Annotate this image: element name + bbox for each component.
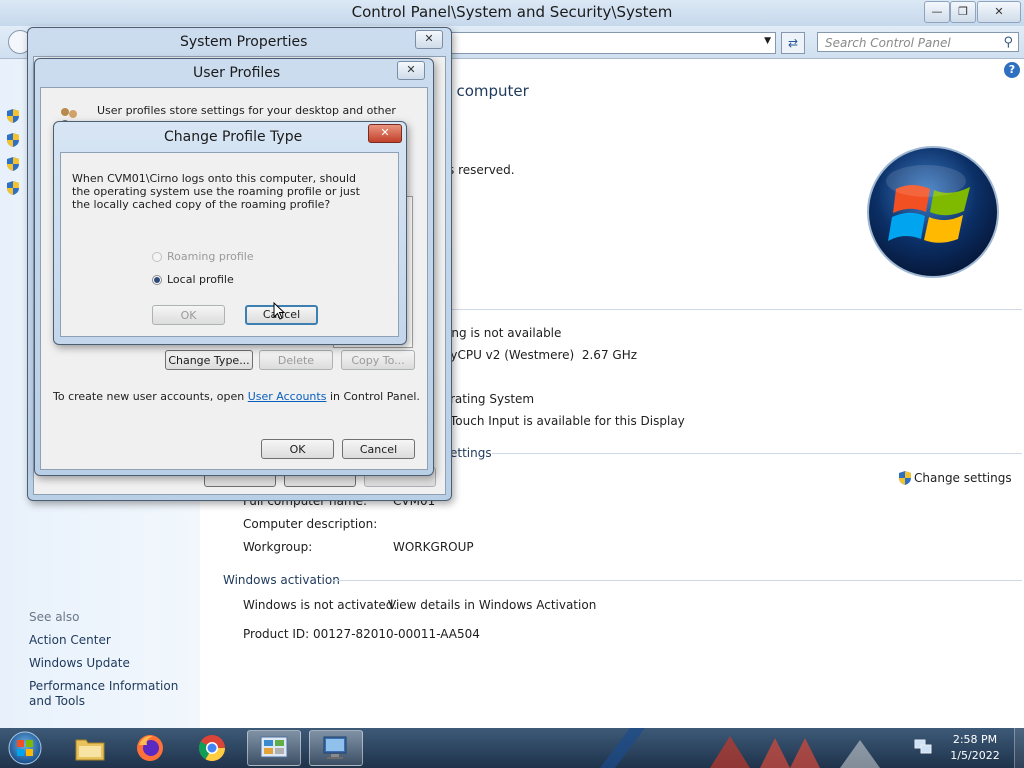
change-profile-type-body: When CVM01\Cirno logs onto this computer…	[60, 152, 399, 337]
delete-button[interactable]: Delete	[259, 350, 333, 370]
folder-icon	[75, 739, 105, 761]
activation-header: Windows activation	[223, 573, 340, 587]
clock[interactable]: 2:58 PM 1/5/2022	[940, 732, 1010, 764]
control-panel-taskbar-button[interactable]	[247, 730, 301, 766]
workgroup-value: WORKGROUP	[393, 540, 474, 554]
shield-icon	[899, 471, 911, 485]
search-placeholder: Search Control Panel	[825, 36, 951, 50]
start-button[interactable]	[5, 730, 45, 766]
change-type-button[interactable]: Change Type...	[165, 350, 253, 370]
activation-details-link[interactable]: View details in Windows Activation	[388, 598, 596, 612]
system-type-value: rating System	[450, 392, 535, 406]
window-title: Control Panel\System and Security\System	[351, 3, 673, 21]
workgroup-label: Workgroup:	[243, 540, 313, 554]
chrome-taskbar-button[interactable]	[185, 730, 239, 766]
show-desktop-button[interactable]	[1014, 728, 1024, 768]
change-profile-type-title: Change Profile Type	[164, 129, 303, 145]
minimize-button[interactable]: —	[924, 1, 950, 23]
divider	[492, 453, 1022, 454]
sidebar-link-windows-update[interactable]: Windows Update	[29, 656, 130, 671]
user-accounts-link[interactable]: User Accounts	[248, 390, 327, 403]
system-properties-taskbar-button[interactable]	[309, 730, 363, 766]
windows-logo	[867, 146, 999, 278]
profile-question: When CVM01\Cirno logs onto this computer…	[72, 172, 360, 211]
wallpaper-fragment	[600, 728, 880, 768]
roaming-profile-label: Roaming profile	[167, 250, 254, 263]
copyright-text: s reserved.	[448, 163, 515, 177]
product-id: Product ID: 00127-82010-00011-AA504	[243, 627, 480, 641]
shield-icon	[7, 109, 19, 123]
change-profile-type-dialog: Change Profile Type ✕ When CVM01\Cirno l…	[53, 121, 407, 345]
shield-icon	[7, 157, 19, 171]
pen-touch-value: Touch Input is available for this Displa…	[450, 414, 685, 428]
close-icon[interactable]: ✕	[397, 61, 425, 80]
chevron-down-icon[interactable]: ▼	[764, 36, 771, 46]
file-explorer-taskbar-button[interactable]	[63, 730, 117, 766]
shield-icon	[7, 133, 19, 147]
sidebar-link-action-center[interactable]: Action Center	[29, 633, 111, 648]
window-titlebar: Control Panel\System and Security\System…	[0, 0, 1024, 26]
activation-status: Windows is not activated.	[243, 598, 398, 612]
search-icon[interactable]: ⚲	[1003, 33, 1013, 53]
close-button[interactable]: ✕	[977, 1, 1021, 23]
change-settings-link[interactable]: Change settings	[914, 471, 1012, 485]
settings-section-header: ettings	[450, 446, 492, 460]
user-profiles-ok-button[interactable]: OK	[261, 439, 334, 459]
divider	[332, 580, 1022, 581]
mouse-cursor-icon	[273, 302, 285, 320]
local-profile-label: Local profile	[167, 273, 234, 286]
rating-link[interactable]: ing is not available	[448, 326, 561, 340]
user-profiles-cancel-button[interactable]: Cancel	[342, 439, 415, 459]
close-icon[interactable]: ✕	[415, 30, 443, 49]
user-profiles-intro: User profiles store settings for your de…	[97, 104, 396, 117]
search-input[interactable]: Search Control Panel ⚲	[817, 32, 1019, 52]
restore-button[interactable]: ❐	[950, 1, 976, 23]
user-profiles-title: User Profiles	[193, 65, 281, 81]
local-profile-radio[interactable]	[152, 275, 162, 285]
divider	[436, 309, 1022, 310]
roaming-profile-radio[interactable]	[152, 252, 162, 262]
taskbar: 2:58 PM 1/5/2022	[0, 728, 1024, 768]
close-icon[interactable]: ✕	[368, 124, 402, 143]
computer-icon	[323, 736, 347, 759]
change-profile-ok-button[interactable]: OK	[152, 305, 225, 325]
create-accounts-text: To create new user accounts, open User A…	[53, 390, 420, 403]
processor-value: ayCPU v2 (Westmere) 2.67 GHz	[443, 348, 638, 362]
clock-time: 2:58 PM	[952, 733, 998, 746]
control-panel-icon	[260, 736, 288, 758]
sidebar-link-performance[interactable]: Performance Information and Tools	[29, 679, 194, 709]
firefox-icon	[137, 735, 163, 761]
clock-date: 1/5/2022	[950, 749, 1000, 762]
chrome-icon	[198, 735, 226, 762]
network-icon[interactable]	[914, 739, 932, 755]
copy-to-button[interactable]: Copy To...	[341, 350, 415, 370]
computer-description-label: Computer description:	[243, 517, 378, 531]
system-properties-title: System Properties	[180, 34, 308, 50]
help-icon[interactable]: ?	[1004, 62, 1020, 78]
see-also-heading: See also	[29, 610, 80, 624]
refresh-icon[interactable]: ⇄	[781, 32, 805, 54]
shield-icon	[7, 181, 19, 195]
firefox-taskbar-button[interactable]	[124, 730, 178, 766]
